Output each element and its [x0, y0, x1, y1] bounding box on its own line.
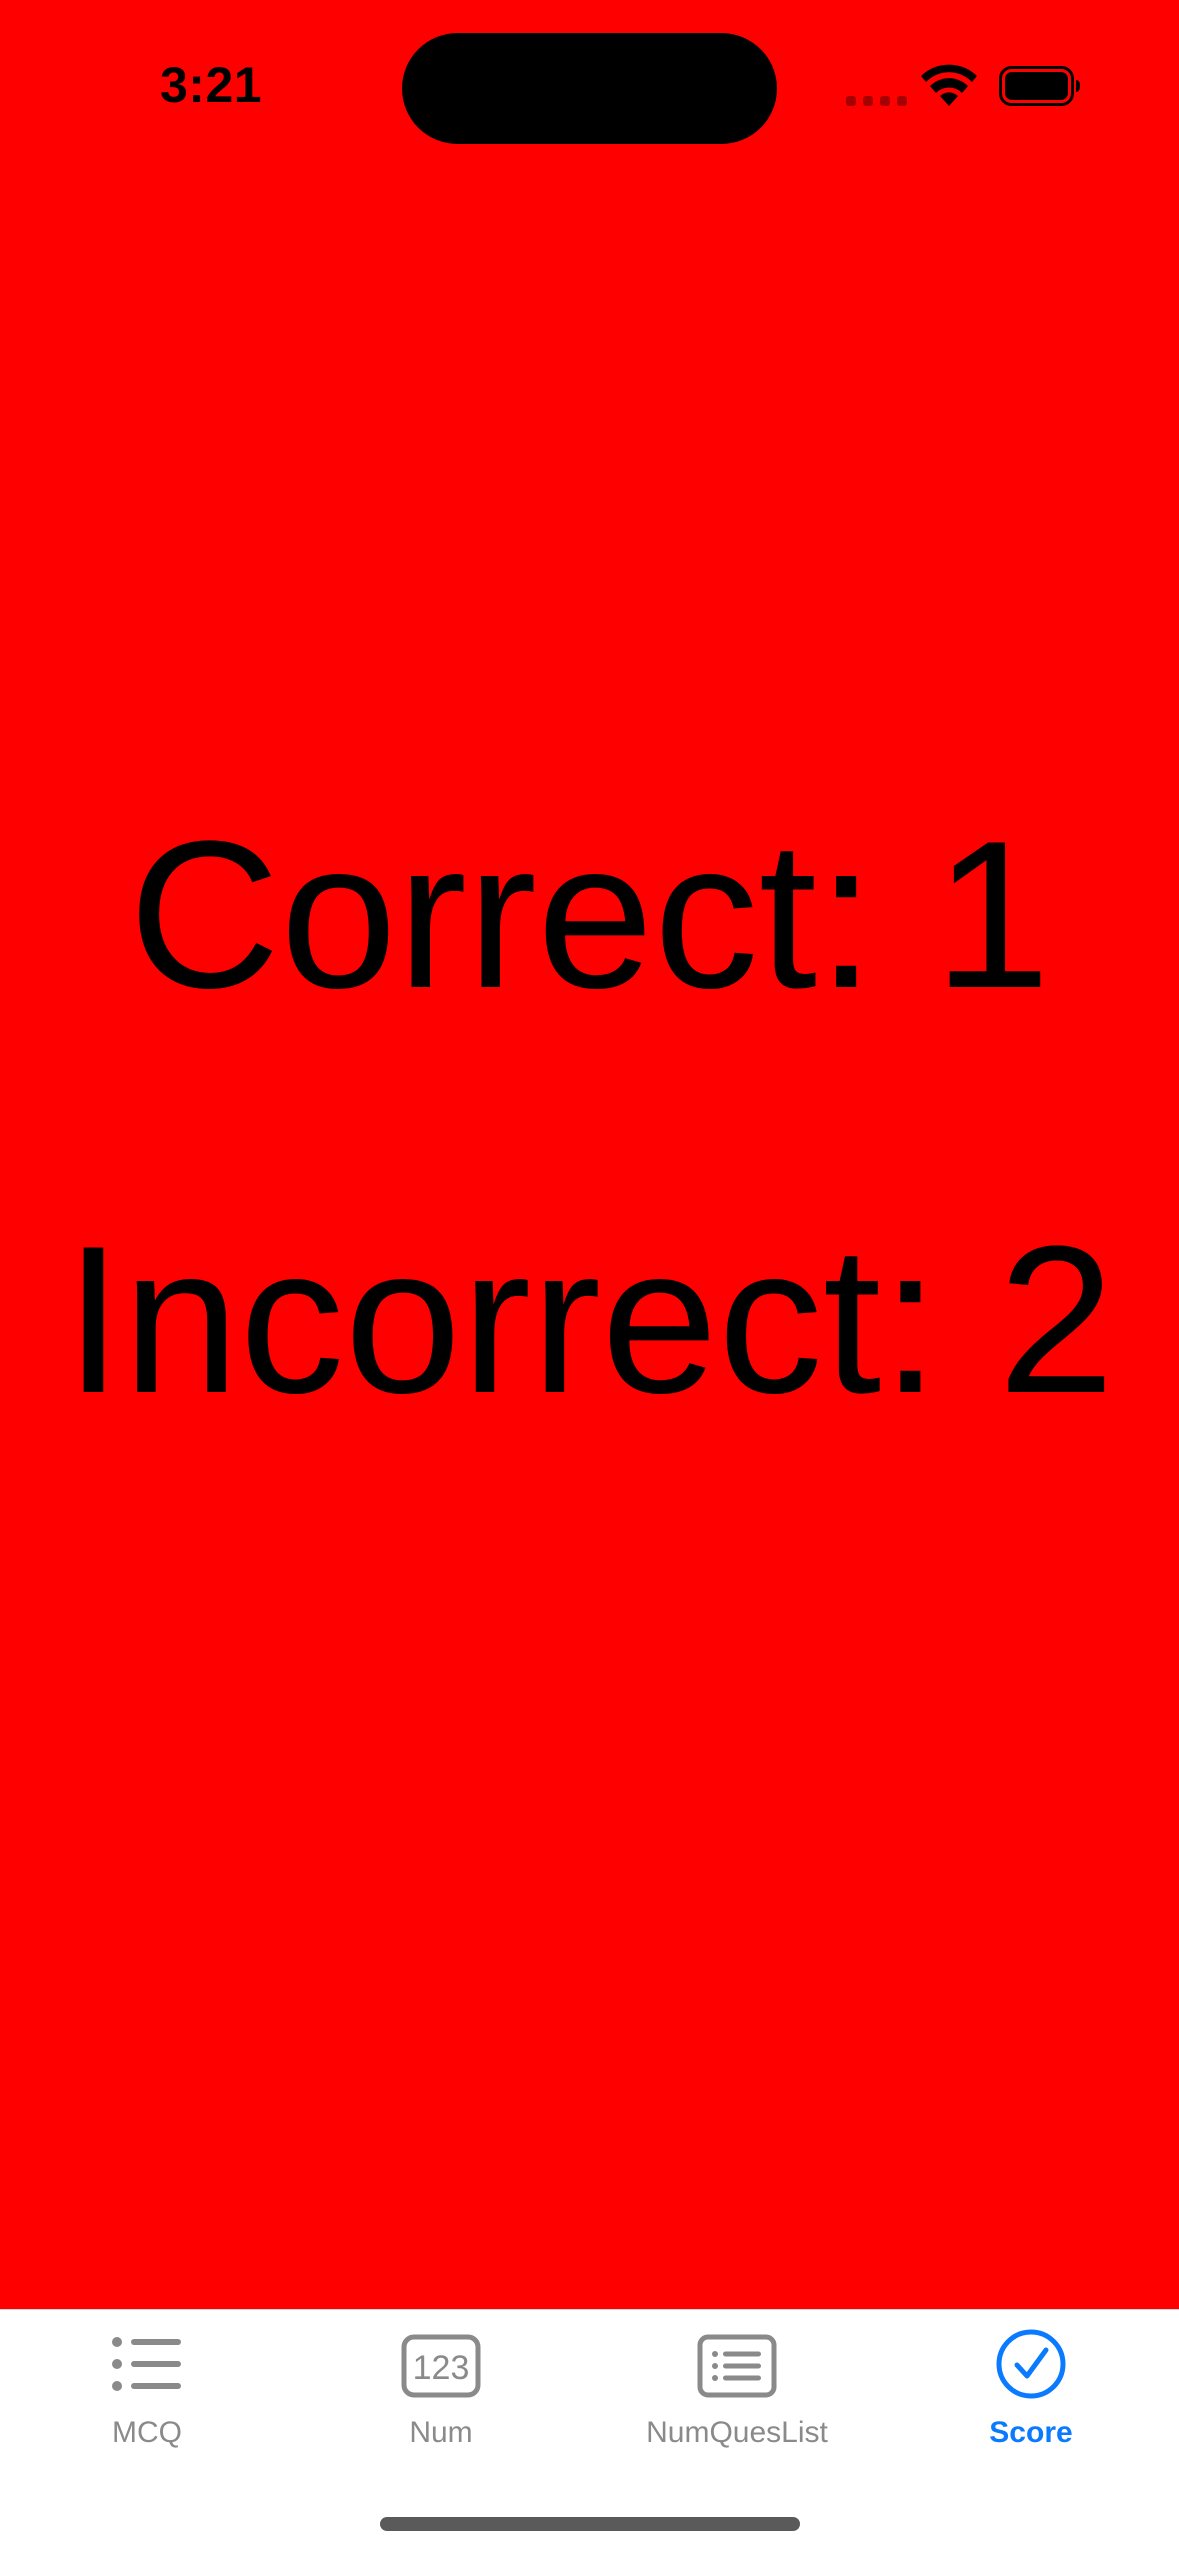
dynamic-island	[402, 33, 777, 144]
tab-numqueslist[interactable]: NumQuesList	[590, 2310, 884, 2460]
tab-numqueslist-label: NumQuesList	[646, 2416, 828, 2449]
status-bar: 3:21	[0, 0, 1179, 170]
tab-bar: MCQ 123 Num NumQuesList Score	[0, 2309, 1179, 2556]
tab-mcq[interactable]: MCQ	[0, 2310, 294, 2460]
checkmark-circle-icon	[996, 2329, 1066, 2399]
svg-text:123: 123	[413, 2349, 470, 2387]
tab-num-label: Num	[409, 2416, 473, 2449]
list-rectangle-icon	[697, 2334, 777, 2398]
score-view: 3:21 Correct: 1 Incorrect: 2	[0, 0, 1179, 2309]
correct-count-label: Correct: 1	[128, 797, 1051, 1032]
number-123-icon: 123	[401, 2334, 481, 2398]
cellular-signal-icon	[846, 96, 907, 106]
home-indicator[interactable]	[380, 2517, 800, 2531]
status-time: 3:21	[160, 57, 263, 113]
screen: 3:21 Correct: 1 Incorrect: 2 MCQ 123 Num…	[0, 0, 1179, 2556]
tab-num[interactable]: 123 Num	[294, 2310, 588, 2460]
tab-score[interactable]: Score	[884, 2310, 1178, 2460]
list-bullet-icon	[112, 2337, 181, 2391]
incorrect-count-label: Incorrect: 2	[64, 1202, 1115, 1437]
battery-icon	[999, 66, 1080, 106]
tab-score-label: Score	[989, 2416, 1073, 2449]
wifi-icon	[921, 64, 977, 106]
tab-mcq-label: MCQ	[112, 2416, 182, 2449]
